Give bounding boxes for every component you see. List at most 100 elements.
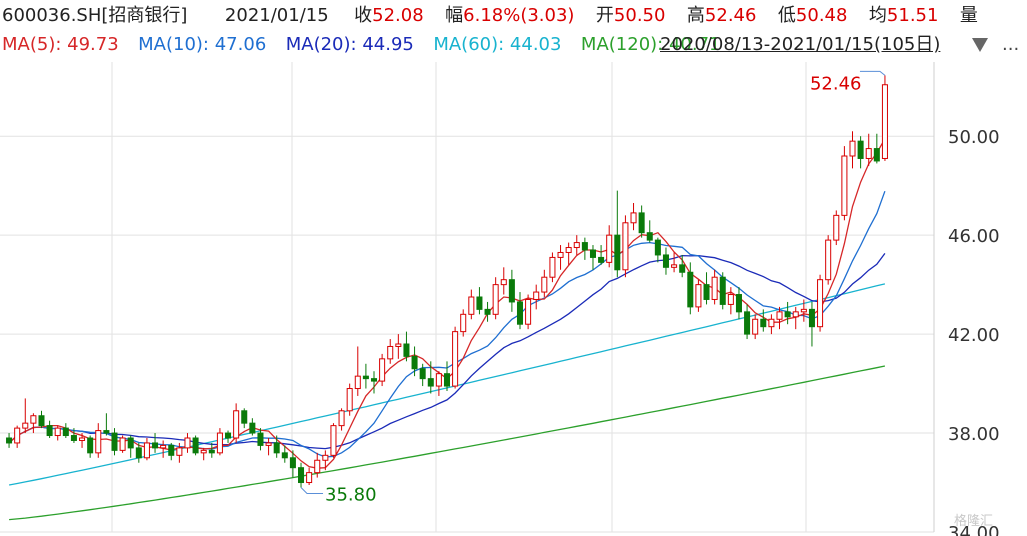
candle-body [492, 284, 499, 315]
candle-body [865, 148, 872, 159]
candle-body [143, 442, 150, 459]
quote-header: 600036.SH[招商银行] 2021/01/15 收52.08 幅6.18%… [2, 2, 1027, 30]
candle-body [346, 388, 353, 412]
quote-date: 2021/01/15 [224, 5, 329, 26]
candle-body [573, 242, 580, 249]
date-range-selector[interactable]: 2020/08/13-2021/01/15(105日) [660, 32, 940, 58]
y-tick-label: 50.00 [948, 127, 1000, 148]
candle-body [581, 242, 588, 251]
candle-body [646, 232, 653, 241]
candle-body [500, 279, 507, 286]
candle-body [881, 84, 888, 159]
candle-body [768, 318, 775, 328]
candle-body [800, 308, 807, 313]
high-label: 高 [686, 5, 705, 26]
candle-body [79, 437, 86, 441]
candle-body [330, 425, 337, 456]
candle-body [354, 375, 361, 390]
change-label: 幅 [445, 5, 464, 26]
open-value: 50.50 [613, 5, 666, 26]
change-value: 6.18%(3.03) [463, 5, 575, 26]
candle-body [841, 155, 848, 216]
candle-body [873, 148, 880, 162]
candle-body [679, 264, 686, 273]
candle-body [338, 410, 345, 427]
candle-body [695, 284, 702, 308]
candle-body [362, 375, 369, 380]
candle-body [322, 454, 329, 461]
low-label: 低 [777, 5, 796, 26]
candle-body [208, 449, 215, 454]
candle-body [379, 358, 386, 382]
high-annotation: 52.46 [810, 73, 862, 94]
close-value: 52.08 [372, 5, 424, 26]
candle-body [289, 457, 296, 469]
candle-body [127, 437, 134, 449]
candle-body [792, 311, 799, 318]
candle-body [314, 459, 321, 474]
candle-body [476, 296, 483, 310]
candle-body [249, 422, 256, 434]
volume-label: 量 [959, 5, 978, 26]
candle-body [62, 427, 69, 437]
candle-body [233, 410, 240, 439]
candle-body [14, 427, 21, 444]
ma5-line [8, 138, 886, 469]
high-marker-line [859, 70, 886, 76]
candle-body [395, 343, 402, 347]
candle-body [111, 432, 118, 451]
candle-body [241, 410, 248, 424]
candle-body [370, 378, 378, 382]
candle-body [825, 239, 832, 281]
candlestick-chart: 34.0038.0042.0046.0050.0052.4635.80 [0, 62, 1000, 536]
close-label: 收 [354, 5, 373, 26]
candle-body [435, 373, 442, 387]
candle-body [727, 294, 734, 305]
candle-body [525, 298, 532, 325]
candle-body [160, 444, 167, 449]
candle-body [281, 452, 288, 459]
candle-body [103, 430, 110, 434]
candle-body [711, 276, 718, 300]
candle-body [419, 368, 426, 380]
candle-body [176, 447, 183, 456]
more-options-icon[interactable]: ... [1002, 32, 1019, 58]
candle-body [192, 437, 199, 454]
candle-body [452, 331, 459, 387]
candle-body [427, 378, 434, 387]
candle-body [216, 432, 223, 454]
candle-body [298, 467, 305, 484]
ma20-legend: MA(20): 44.95 [285, 34, 414, 55]
candle-body [735, 294, 742, 313]
candle-body [387, 345, 394, 360]
ma5-legend: MA(5): 49.73 [2, 34, 119, 55]
candle-body [265, 442, 272, 446]
candle-body [6, 437, 13, 444]
candle-body [817, 279, 824, 328]
low-marker-line [300, 487, 324, 494]
candle-body [541, 276, 548, 293]
ma20-line [8, 253, 886, 450]
candle-body [306, 472, 313, 484]
candle-body [468, 296, 475, 315]
candle-body [22, 422, 29, 429]
candle-body [200, 449, 207, 454]
candle-body [808, 308, 815, 328]
candle-body [703, 284, 710, 300]
avg-value: 51.51 [886, 5, 939, 26]
candle-body [460, 313, 467, 333]
candle-body [687, 271, 694, 308]
candle-body [857, 140, 864, 159]
open-label: 开 [595, 5, 614, 26]
candle-body [87, 437, 94, 454]
candle-body [776, 311, 783, 320]
ma10-legend: MA(10): 47.06 [138, 34, 267, 55]
candle-body [443, 373, 451, 387]
candle-body [606, 234, 613, 263]
candle-body [752, 318, 759, 335]
candle-body [70, 435, 77, 441]
candle-body [654, 239, 661, 256]
dropdown-triangle-icon[interactable] [972, 38, 988, 52]
candle-body [671, 264, 678, 268]
candle-body [719, 276, 726, 305]
